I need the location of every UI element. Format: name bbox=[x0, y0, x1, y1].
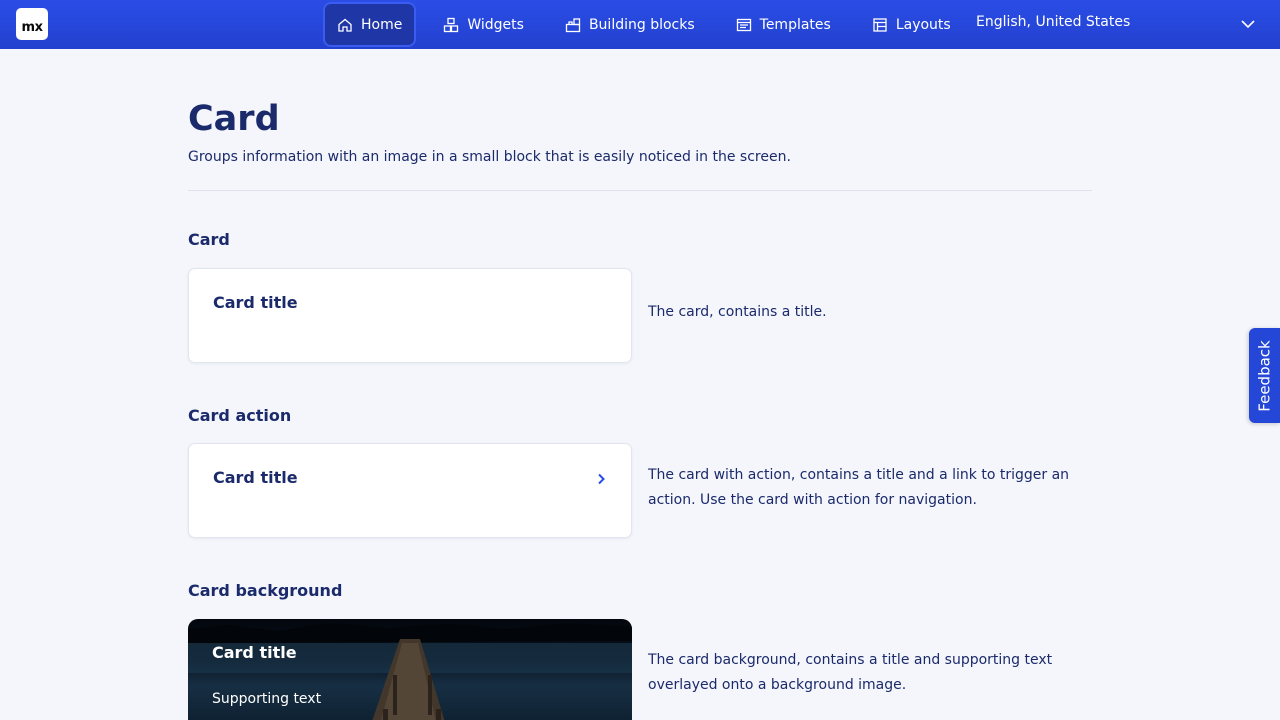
home-icon bbox=[337, 17, 353, 33]
top-navigation-bar: mx Home Widgets Building blocks Template… bbox=[0, 0, 1280, 49]
building-blocks-icon bbox=[565, 17, 581, 33]
chevron-down-icon[interactable] bbox=[1238, 14, 1258, 34]
layouts-icon bbox=[872, 17, 888, 33]
card-basic: Card title bbox=[188, 268, 632, 363]
card-title: Card title bbox=[213, 468, 298, 487]
section-heading-card-background: Card background bbox=[188, 581, 343, 600]
card-supporting-text: Supporting text bbox=[212, 691, 322, 707]
card-title: Card title bbox=[213, 293, 298, 312]
page-subtitle: Groups information with an image in a sm… bbox=[188, 149, 791, 165]
mx-logo[interactable]: mx bbox=[16, 8, 48, 40]
section-heading-card: Card bbox=[188, 230, 230, 249]
card-title: Card title bbox=[212, 643, 297, 662]
card-background-description: The card background, contains a title an… bbox=[648, 652, 1053, 693]
chevron-right-icon[interactable] bbox=[593, 471, 609, 487]
nav-label-home: Home bbox=[361, 16, 403, 33]
main-nav: Home Widgets Building blocks Templates L… bbox=[325, 4, 980, 45]
nav-item-widgets[interactable]: Widgets bbox=[431, 4, 536, 45]
templates-icon bbox=[736, 17, 752, 33]
language-selector[interactable]: English, United States bbox=[976, 14, 1130, 30]
widgets-icon bbox=[443, 17, 459, 33]
section-heading-card-action: Card action bbox=[188, 406, 292, 425]
nav-label-widgets: Widgets bbox=[467, 16, 524, 33]
page-header: Card Groups information with an image in… bbox=[188, 96, 1092, 166]
nav-label-building-blocks: Building blocks bbox=[588, 16, 695, 33]
header-divider bbox=[188, 190, 1092, 191]
feedback-button[interactable]: Feedback bbox=[1249, 328, 1280, 423]
nav-item-layouts[interactable]: Layouts bbox=[860, 4, 963, 45]
nav-label-templates: Templates bbox=[759, 16, 831, 33]
feedback-label: Feedback bbox=[1255, 339, 1274, 412]
card-background: Card title Supporting text bbox=[188, 619, 632, 720]
nav-label-layouts: Layouts bbox=[895, 16, 951, 33]
nav-item-home[interactable]: Home bbox=[325, 4, 415, 45]
card-description: The card, contains a title. bbox=[648, 304, 827, 320]
page-title: Card bbox=[188, 99, 280, 139]
card-action[interactable]: Card title bbox=[188, 443, 632, 538]
nav-item-building-blocks[interactable]: Building blocks bbox=[553, 4, 707, 45]
nav-item-templates[interactable]: Templates bbox=[724, 4, 843, 45]
card-action-description: The card with action, contains a title a… bbox=[648, 467, 1070, 508]
